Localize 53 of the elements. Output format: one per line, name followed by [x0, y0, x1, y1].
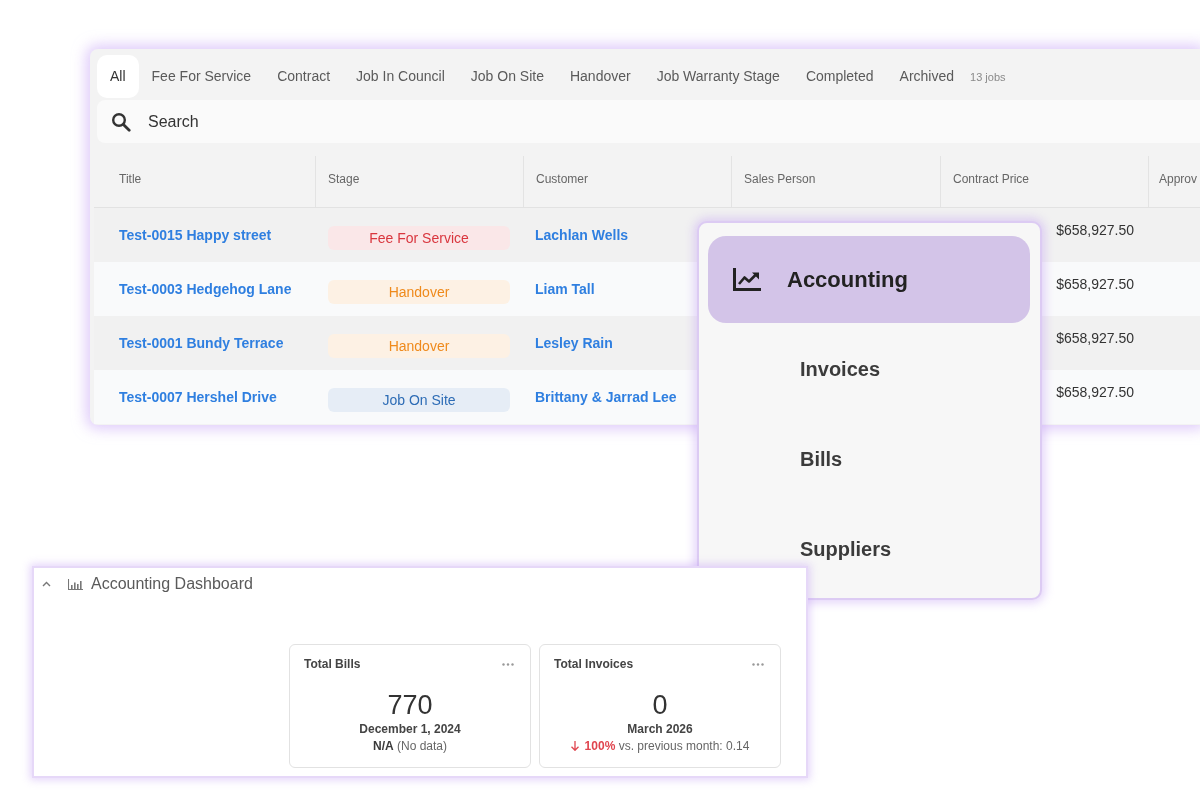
tab[interactable]: Fee For Service [138, 55, 265, 98]
tab[interactable]: Job Warranty Stage [643, 55, 793, 98]
card-title: Total Invoices [554, 657, 634, 671]
change-note: 100% vs. previous month: 0.14 [584, 738, 750, 754]
menu-item[interactable]: Suppliers [708, 504, 1030, 594]
column-header: Approv [1159, 171, 1198, 186]
contract-price: $658,927.50 [1056, 276, 1134, 292]
menu-item[interactable]: Accounting [708, 236, 1030, 323]
bar-chart-icon [68, 578, 83, 590]
dashboard-title: Accounting Dashboard [91, 575, 253, 593]
tab[interactable]: Completed [792, 55, 887, 98]
chevron-up-icon[interactable] [42, 581, 51, 587]
stat-value: 770 [387, 690, 433, 720]
more-icon[interactable] [502, 662, 514, 666]
search-icon [111, 111, 131, 132]
customer-link[interactable]: Liam Tall [535, 281, 595, 297]
arrow-down-icon [570, 741, 579, 751]
stage-badge: Fee For Service [328, 225, 510, 250]
stage-badge: Job On Site [328, 387, 510, 412]
contract-price: $658,927.50 [1056, 330, 1134, 346]
contract-price: $658,927.50 [1056, 384, 1134, 400]
tab[interactable]: Handover [556, 55, 644, 98]
customer-link[interactable]: Brittany & Jarrad Lee [535, 389, 677, 405]
menu-item[interactable]: Bills [708, 414, 1030, 504]
more-icon[interactable] [752, 662, 764, 666]
tab[interactable]: Contract [264, 55, 344, 98]
column-header: Sales Person [744, 171, 816, 186]
line-chart-icon [732, 267, 762, 292]
stage-badge: Handover [328, 279, 510, 304]
card-title: Total Bills [304, 657, 361, 671]
column-header: Stage [328, 171, 360, 186]
job-title-link[interactable]: Test-0007 Hershel Drive [119, 389, 277, 405]
job-title-link[interactable]: Test-0003 Hedgehog Lane [119, 281, 292, 297]
menu-item[interactable]: Invoices [708, 324, 1030, 414]
tab[interactable]: Job On Site [457, 55, 557, 98]
search-field[interactable]: Search [148, 112, 548, 131]
tab[interactable]: Job In Council [343, 55, 458, 98]
customer-link[interactable]: Lachlan Wells [535, 227, 629, 243]
stage-badge: Handover [328, 333, 510, 358]
contract-price: $658,927.50 [1056, 222, 1134, 238]
column-header: Contract Price [953, 171, 1030, 186]
stat-value: 0 [652, 690, 668, 720]
status-note: N/A (No data) [373, 738, 447, 754]
tab[interactable]: All [97, 55, 139, 98]
job-count: 13 jobs [970, 70, 1006, 83]
column-header: Title [119, 171, 142, 186]
job-title-link[interactable]: Test-0001 Bundy Terrace [119, 335, 284, 351]
stat-period: March 2026 [627, 721, 693, 737]
customer-link[interactable]: Lesley Rain [535, 335, 613, 351]
stat-period: December 1, 2024 [359, 721, 461, 737]
column-header: Customer [536, 171, 588, 186]
job-title-link[interactable]: Test-0015 Happy street [119, 227, 272, 243]
tab[interactable]: Archived [886, 55, 968, 98]
